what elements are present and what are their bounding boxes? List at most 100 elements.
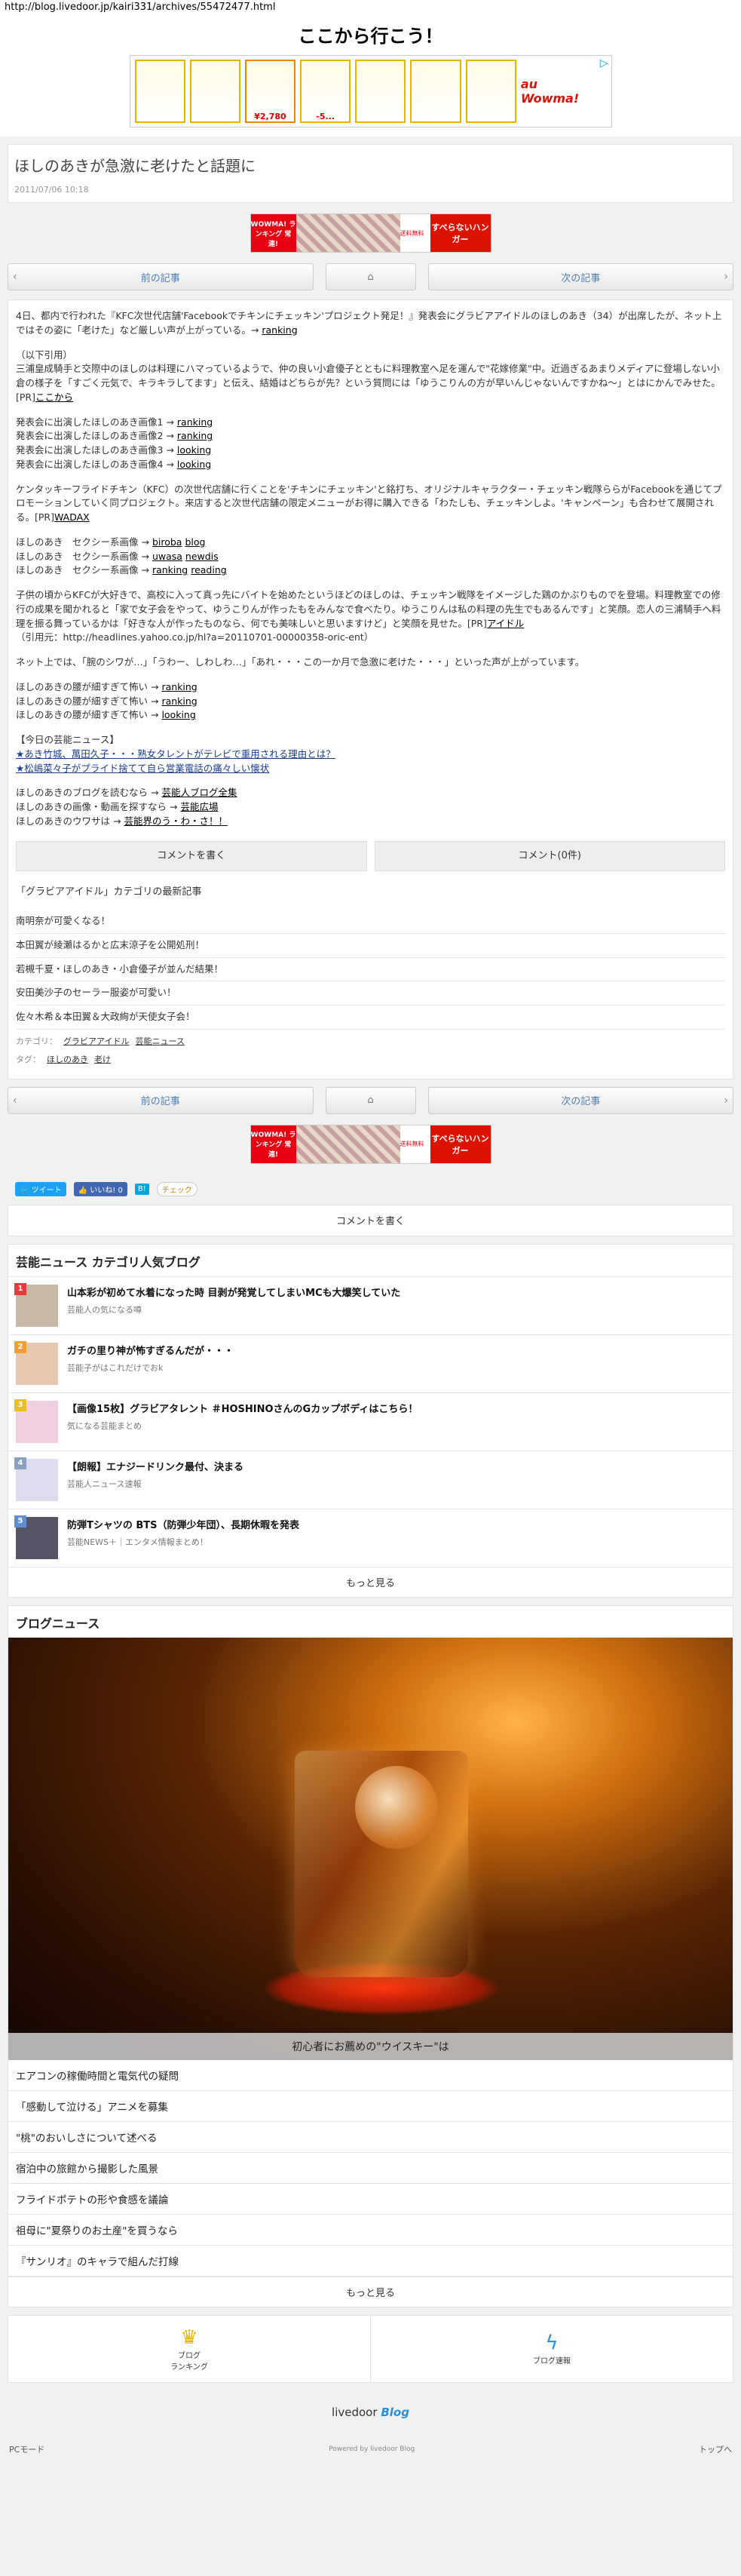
ranking-thumbnail: 2 (14, 1340, 58, 1385)
post-date: 2011/07/06 10:18 (14, 185, 89, 195)
category-link[interactable]: 芸能ニュース (135, 1036, 184, 1049)
category-item[interactable]: 若槻千夏・ほしのあき・小倉優子が並んだ結果！ (16, 958, 725, 982)
mixi-check-button[interactable]: チェック (156, 1182, 197, 1197)
blog-ranking-link[interactable]: ♛ ブログ ランキング (8, 2316, 370, 2382)
home-icon: ⌂ (367, 271, 374, 283)
category-link[interactable]: グラビアアイドル (63, 1036, 129, 1049)
ad-banner[interactable]: ¥2,780 -5... au Wowma! ▷ (129, 55, 612, 127)
blog-news-hero[interactable]: 初心者にお薦めの"ウイスキー"は (8, 1637, 733, 2060)
sexy-link[interactable]: reading (191, 564, 226, 576)
more-line-text: ほしのあきの画像・動画を探すなら → (16, 801, 178, 812)
more-link[interactable]: 芸能人ブログ全集 (161, 787, 237, 798)
ad-tile[interactable] (410, 60, 461, 123)
image-line-link[interactable]: looking (177, 459, 211, 470)
category-item[interactable]: 南明奈が可愛くなる！ (16, 910, 725, 934)
hatena-button[interactable]: B! (134, 1184, 149, 1196)
category-item[interactable]: 本田翼が綾瀬はるかと広末涼子を公開処刑！ (16, 934, 725, 958)
today-news-link[interactable]: ★あき竹城、萬田久子・・・熟女タレントがテレビで重用される理由とは？ (16, 748, 725, 762)
next-article-button[interactable]: 次の記事 › (427, 263, 733, 290)
image-line-link[interactable]: looking (177, 444, 211, 456)
blog-news-link[interactable]: ϟ ブログ速報 (370, 2315, 733, 2382)
ad-tile[interactable] (355, 60, 406, 123)
image-line: 発表会に出演したほしのあき画像3 → looking (16, 444, 725, 458)
url-bar[interactable]: http://blog.livedoor.jp/kairi331/archive… (0, 0, 741, 15)
waist-line-text: ほしのあきの腰が細すぎて怖い → (16, 680, 159, 692)
ad-tile-discount[interactable]: -5... (300, 60, 351, 123)
news-item[interactable]: "桃"のおいしさについて述べる (8, 2122, 733, 2153)
ranking-item[interactable]: 3 【画像15枚】グラビアタレント ＃HOSHINOさんのGカップボディはこちら… (8, 1392, 733, 1451)
post-header: ほしのあきが急激に老けたと話題に 2011/07/06 10:18 (8, 144, 733, 203)
ad-discount: -5... (316, 112, 335, 121)
comment-bar[interactable]: コメントを書く (8, 1204, 733, 1236)
sexy-link[interactable]: ranking (152, 564, 188, 576)
ad-tile[interactable] (189, 60, 240, 123)
ranking-more-button[interactable]: もっと見る (8, 1566, 733, 1597)
sexy-link[interactable]: blog (185, 536, 205, 548)
next-article-button[interactable]: 次の記事 › (427, 1086, 733, 1114)
sexy-link[interactable]: biroba (152, 536, 182, 548)
ranking-item[interactable]: 2 ガチの里り神が怖すぎるんだが・・・ 芸能子がはこれだけでおk (8, 1334, 733, 1392)
sexy-link[interactable]: uwasa (152, 551, 182, 562)
more-link[interactable]: 芸能界のう・わ・さ！！ (124, 815, 228, 827)
home-button[interactable]: ⌂ (325, 263, 416, 290)
more-link[interactable]: 芸能広場 (180, 801, 218, 812)
prev-article-button[interactable]: ‹ 前の記事 (8, 1086, 314, 1114)
wowma-ad-bottom[interactable]: WOWMA! ランキング 常連! 送料無料 すべらないハンガー (250, 1124, 491, 1164)
story-text: 子供の頃からKFCが大好きで、高校に入って真っ先にバイトを始めたというほどのほし… (16, 589, 721, 629)
sexy-line-text: ほしのあき セクシー系画像 → (16, 550, 149, 562)
sexy-link[interactable]: newdis (185, 551, 219, 562)
source-line: （引用元：http://headlines.yahoo.co.jp/hl?a=2… (16, 631, 374, 643)
rank-number: 5 (14, 1515, 26, 1527)
comment-count-button[interactable]: コメント(0件) (374, 840, 725, 871)
news-item[interactable]: 「感動して泣ける」アニメを募集 (8, 2091, 733, 2122)
wowma-ad-image (295, 1125, 400, 1163)
tweet-button[interactable]: 🐦 ツイート (15, 1182, 66, 1197)
ranking-item[interactable]: 5 防弾Tシャツの BTS（防弾少年団）、長期休暇を発表 芸能NEWS＋｜エンタメ… (8, 1508, 733, 1567)
category-item[interactable]: 佐々木希＆本田翼＆大政絢が天使女子会！ (16, 1006, 725, 1030)
ad-logo[interactable]: au Wowma! (521, 77, 607, 106)
pc-mode-link[interactable]: PCモード (9, 2443, 44, 2455)
image-line-link[interactable]: ranking (177, 416, 213, 428)
news-item[interactable]: 宿泊中の旅館から撮影した風景 (8, 2153, 733, 2184)
story-link[interactable]: アイドル (487, 618, 524, 629)
tag-link[interactable]: ほしのあき (47, 1054, 88, 1067)
prev-article-button[interactable]: ‹ 前の記事 (8, 263, 314, 290)
news-more-button[interactable]: もっと見る (8, 2276, 733, 2307)
intro-link[interactable]: ranking (262, 324, 297, 336)
category-item[interactable]: 安田美沙子のセーラー服姿が可愛い！ (16, 981, 725, 1006)
write-comment-button[interactable]: コメントを書く (16, 840, 367, 871)
ranking-item[interactable]: 1 山本彩が初めて水着になった時 目剥が発覚してしまいMCも大爆笑していた 芸能人… (8, 1276, 733, 1334)
today-news-link[interactable]: ★松嶋菜々子がプライド捨てて自ら営業電話の痛々しい懐状 (16, 762, 725, 776)
more-line: ほしのあきのウワサは → 芸能界のう・わ・さ！！ (16, 815, 725, 829)
ad-tile[interactable] (465, 60, 516, 123)
rank-number: 2 (14, 1340, 26, 1353)
waist-link[interactable]: ranking (161, 681, 197, 692)
tag-link[interactable]: 老け (94, 1054, 111, 1067)
ranking-item[interactable]: 4 【朗報】エナジードリンク最付、決まる 芸能人ニュース速報 (8, 1450, 733, 1509)
waist-link[interactable]: looking (161, 709, 195, 720)
back-to-top-link[interactable]: トップへ (699, 2443, 732, 2455)
ad-choices-icon[interactable]: ▷ (600, 57, 608, 69)
bottom-bar: PCモード Powered by livedoor Blog トップへ (0, 2434, 741, 2464)
footer-links: ♛ ブログ ランキング ϟ ブログ速報 (8, 2314, 733, 2383)
waist-link[interactable]: ranking (161, 695, 197, 707)
sexy-line-text: ほしのあき セクシー系画像 → (16, 536, 149, 548)
category-label: カテゴリ： (16, 1036, 57, 1046)
wowma-ad-top[interactable]: WOWMA! ランキング 常連! 送料無料 すべらないハンガー (250, 213, 491, 253)
wowma-ad-badge: 送料無料 (400, 214, 430, 252)
image-line-link[interactable]: ranking (177, 430, 213, 441)
news-item[interactable]: エアコンの稼働時間と電気代の疑問 (8, 2060, 733, 2091)
quote-link[interactable]: ここから (35, 391, 73, 403)
news-item[interactable]: 祖母に"夏祭りのお土産"を買うなら (8, 2215, 733, 2246)
post-title: ほしのあきが急激に老けたと話題に (14, 157, 256, 175)
waist-line: ほしのあきの腰が細すぎて怖い → ranking (16, 680, 725, 695)
home-button[interactable]: ⌂ (325, 1086, 416, 1114)
ad-tile-price[interactable]: ¥2,780 (244, 60, 296, 123)
livedoor-blog-logo[interactable]: livedoor Blog (0, 2390, 741, 2434)
ad-tile[interactable] (134, 60, 185, 123)
like-button[interactable]: 👍 いいね! 0 (73, 1182, 127, 1197)
news-item[interactable]: フライドポテトの形や食感を議論 (8, 2184, 733, 2215)
news-item[interactable]: 『サンリオ』のキャラで組んだ打線 (8, 2246, 733, 2277)
kfc-link[interactable]: WADAX (54, 511, 90, 523)
thumbs-up-icon: 👍 (78, 1187, 88, 1196)
